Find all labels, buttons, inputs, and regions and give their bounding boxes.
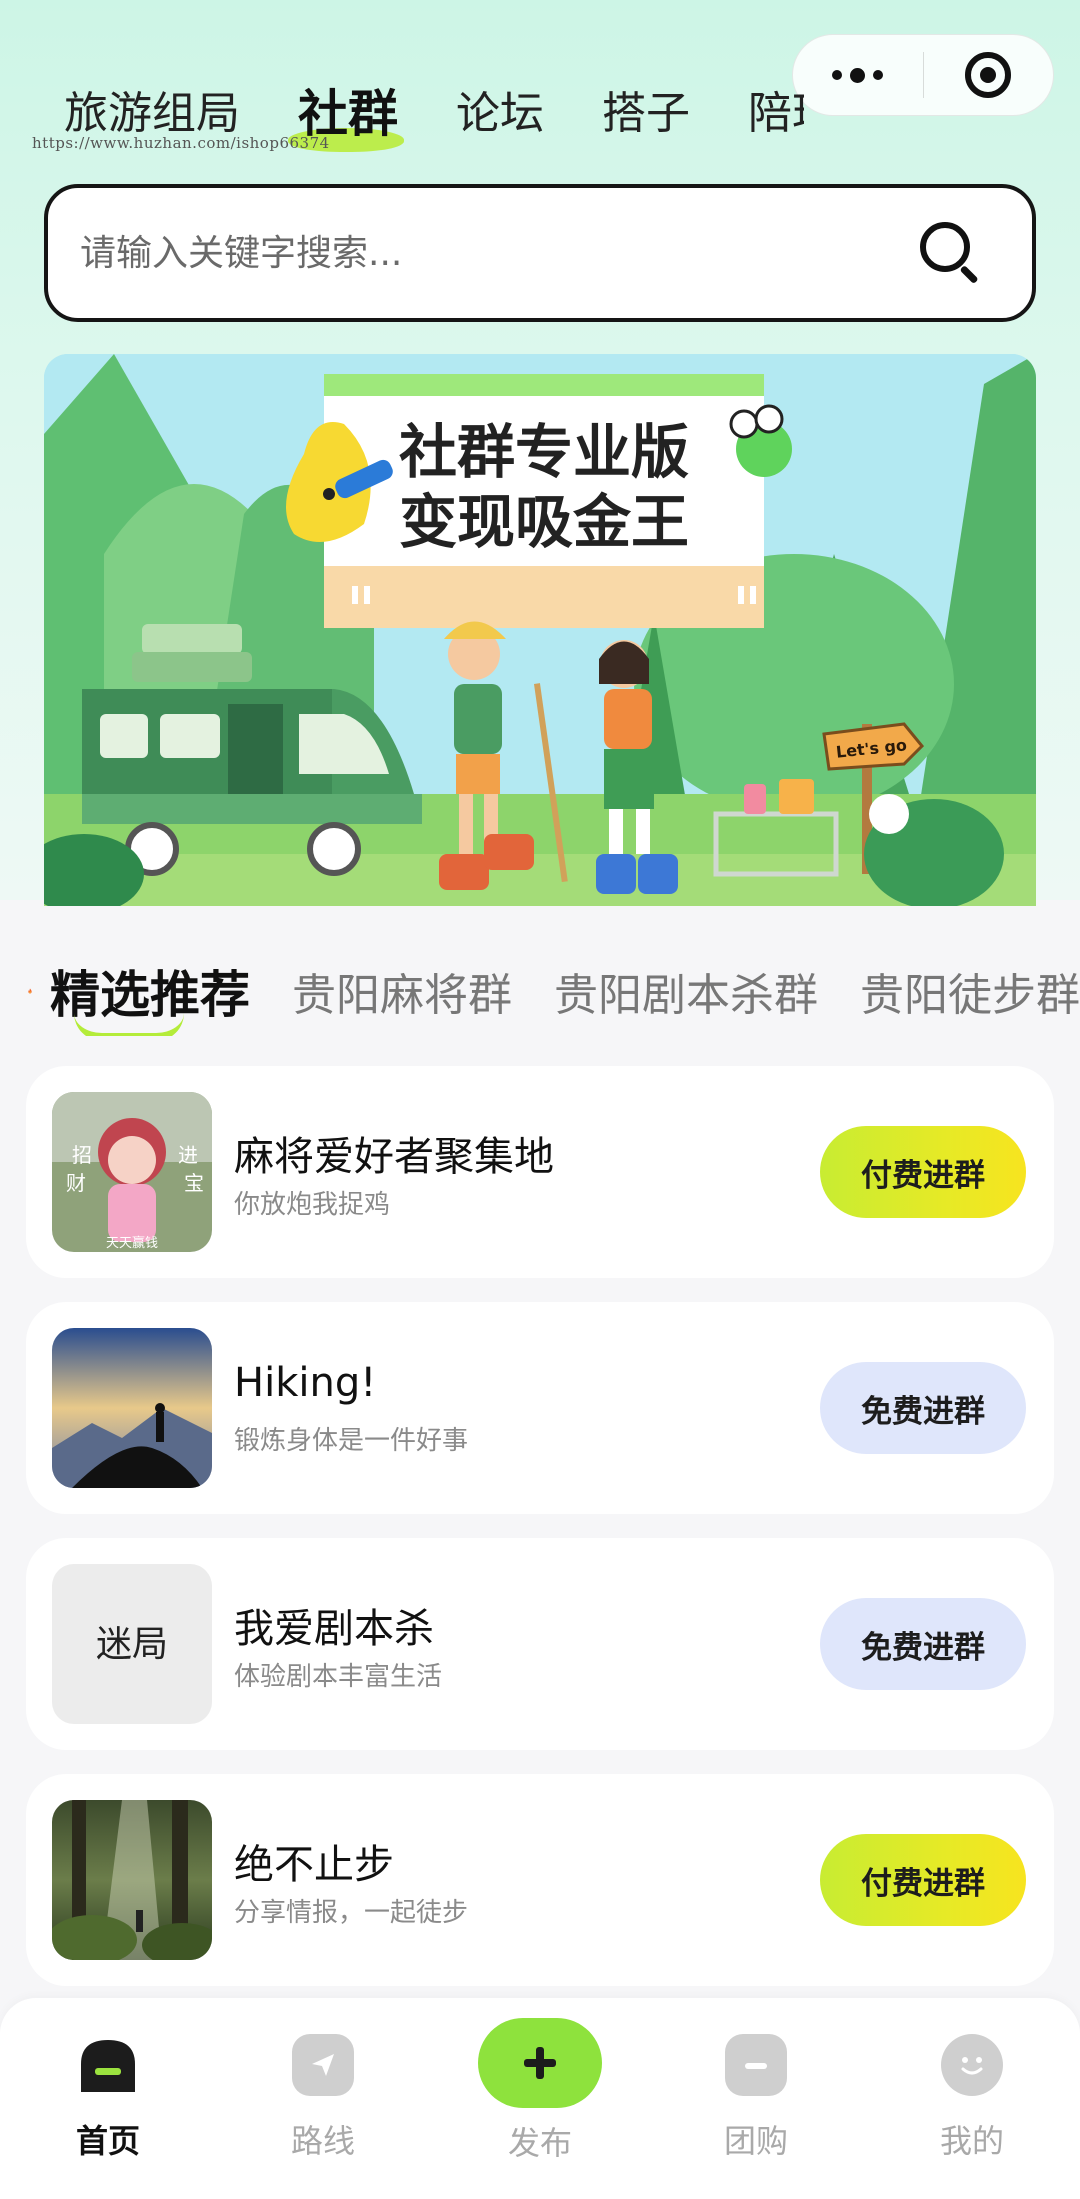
nav-profile[interactable]: 我的	[902, 2034, 1042, 2162]
join-paid-button[interactable]: 付费进群	[820, 1126, 1026, 1218]
more-menu-button[interactable]	[793, 35, 923, 115]
group-name: 麻将爱好者聚集地	[234, 1134, 554, 1180]
group-name: Hiking!	[234, 1360, 377, 1406]
more-dots-icon	[832, 67, 884, 83]
nav-group-buy[interactable]: 团购	[686, 2034, 826, 2162]
home-icon	[81, 2040, 135, 2092]
category-script-kill[interactable]: 贵阳剧本杀群	[554, 959, 818, 1023]
nav-group-buy-label: 团购	[723, 2122, 788, 2160]
group-card[interactable]: Hiking! 锻炼身体是一件好事 免费进群	[26, 1302, 1054, 1514]
group-card[interactable]: 迷局 我爱剧本杀 体验剧本丰富生活 免费进群	[26, 1538, 1054, 1750]
svg-text:财: 财	[66, 1171, 86, 1195]
search-icon[interactable]	[920, 222, 982, 285]
nav-route[interactable]: 路线	[253, 2034, 393, 2162]
group-description: 分享情报，一起徒步	[234, 1898, 469, 1928]
join-free-button[interactable]: 免费进群	[820, 1598, 1026, 1690]
group-thumbnail	[52, 1328, 212, 1488]
promo-banner[interactable]: 社群专业版 变现吸金王 Let's go	[44, 354, 1036, 906]
tab-buddy[interactable]: 搭子	[602, 82, 690, 152]
banner-title-line2: 变现吸金王	[399, 488, 689, 556]
fire-icon	[28, 988, 32, 994]
group-thumbnail: 招 财 进 宝 天天赢钱	[52, 1092, 212, 1252]
banner-title-line1: 社群专业版	[399, 418, 689, 486]
group-name: 绝不止步	[234, 1842, 394, 1888]
profile-icon	[941, 2034, 1003, 2096]
join-free-button[interactable]: 免费进群	[820, 1362, 1026, 1454]
search-input[interactable]	[80, 232, 920, 274]
group-thumbnail	[52, 1800, 212, 1960]
group-thumbnail: 迷局	[52, 1564, 212, 1724]
nav-route-label: 路线	[290, 2122, 355, 2160]
group-name: 我爱剧本杀	[234, 1606, 434, 1652]
tab-companion[interactable]: 陪玩	[748, 82, 804, 152]
route-icon	[292, 2034, 354, 2096]
group-buy-icon	[725, 2034, 787, 2096]
group-description: 体验剧本丰富生活	[234, 1662, 443, 1692]
svg-text:进: 进	[178, 1143, 198, 1167]
featured-tab[interactable]: 精选推荐	[50, 955, 250, 1036]
group-card[interactable]: 绝不止步 分享情报，一起徒步 付费进群	[26, 1774, 1054, 1986]
svg-text:天天赢钱: 天天赢钱	[106, 1235, 158, 1251]
nav-home-label: 首页	[75, 2122, 140, 2160]
group-card[interactable]: 招 财 进 宝 天天赢钱 麻将爱好者聚集地 你放炮我捉鸡 付费进群	[26, 1066, 1054, 1278]
category-hiking[interactable]: 贵阳徒步群	[860, 959, 1080, 1023]
join-paid-button[interactable]: 付费进群	[820, 1834, 1026, 1926]
close-mini-program-button[interactable]	[924, 35, 1054, 115]
plus-icon	[478, 2018, 602, 2108]
search-bar[interactable]	[44, 184, 1036, 322]
nav-home[interactable]: 首页	[38, 2034, 178, 2162]
category-bar: 精选推荐 贵阳麻将群 贵阳剧本杀群 贵阳徒步群	[28, 946, 1080, 1036]
group-description: 锻炼身体是一件好事	[234, 1426, 469, 1456]
tab-forum[interactable]: 论坛	[456, 82, 544, 152]
nav-publish[interactable]: 发布	[470, 2018, 610, 2164]
svg-text:迷局: 迷局	[96, 1624, 168, 1665]
svg-text:宝: 宝	[184, 1171, 204, 1195]
bottom-navigation: 首页 路线 发布 团购 我的	[0, 1998, 1080, 2199]
svg-text:招: 招	[72, 1143, 92, 1167]
nav-publish-label: 发布	[507, 2124, 572, 2162]
nav-profile-label: 我的	[939, 2122, 1004, 2160]
mini-program-capsule	[792, 34, 1054, 116]
banner-illustration: 社群专业版 变现吸金王 Let's go	[44, 354, 1036, 906]
watermark-text: https://www.huzhan.com/ishop66374	[32, 134, 330, 152]
target-icon	[965, 52, 1012, 98]
group-description: 你放炮我捉鸡	[234, 1190, 391, 1220]
category-mahjong[interactable]: 贵阳麻将群	[292, 959, 512, 1023]
